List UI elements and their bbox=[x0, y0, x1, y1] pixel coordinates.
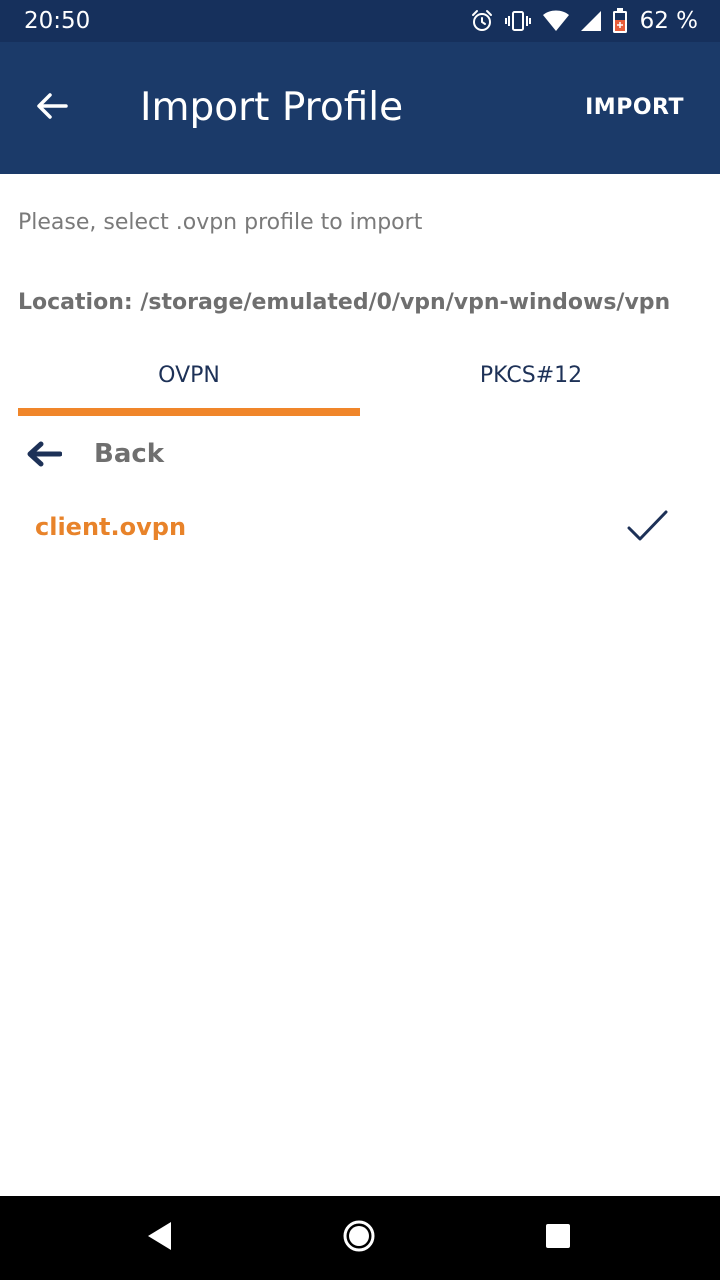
tab-pkcs12[interactable]: PKCS#12 bbox=[360, 340, 702, 410]
nav-back-button[interactable] bbox=[140, 1218, 180, 1258]
nav-recents-button[interactable] bbox=[538, 1218, 578, 1258]
instruction-text: Please, select .ovpn profile to import bbox=[18, 210, 423, 235]
folder-back-item[interactable]: Back bbox=[18, 422, 702, 486]
system-nav-bar bbox=[0, 1196, 720, 1280]
status-time: 20:50 bbox=[24, 8, 91, 34]
page-title: Import Profile bbox=[140, 85, 404, 130]
back-triangle-icon bbox=[145, 1220, 175, 1257]
battery-percent: 62 % bbox=[639, 8, 698, 34]
home-circle-icon bbox=[341, 1218, 377, 1259]
profile-type-tabs: OVPN PKCS#12 bbox=[18, 340, 702, 416]
file-name: client.ovpn bbox=[35, 513, 187, 541]
recents-square-icon bbox=[544, 1222, 572, 1255]
wifi-icon bbox=[542, 10, 570, 32]
status-bar: 20:50 62 % bbox=[0, 0, 720, 42]
signal-icon bbox=[580, 10, 602, 32]
tab-pkcs12-label: PKCS#12 bbox=[479, 362, 583, 388]
app-bar: Import Profile IMPORT bbox=[0, 42, 720, 174]
checkmark-icon bbox=[626, 508, 670, 544]
back-button[interactable] bbox=[22, 78, 82, 138]
battery-icon bbox=[612, 8, 628, 34]
location-label: Location: bbox=[18, 290, 133, 315]
file-item-client-ovpn[interactable]: client.ovpn bbox=[18, 492, 702, 562]
vibrate-icon bbox=[504, 9, 532, 33]
import-button[interactable]: IMPORT bbox=[585, 42, 684, 174]
alarm-icon bbox=[470, 9, 494, 33]
nav-home-button[interactable] bbox=[339, 1218, 379, 1258]
status-icons: 62 % bbox=[470, 0, 698, 42]
arrow-left-icon bbox=[36, 92, 68, 125]
tab-ovpn-label: OVPN bbox=[158, 362, 220, 388]
location-path: /storage/emulated/0/vpn/vpn-windows/vpn bbox=[140, 290, 671, 315]
tab-selected-indicator bbox=[18, 408, 360, 416]
location-text: Location: /storage/emulated/0/vpn/vpn-wi… bbox=[18, 290, 670, 315]
arrow-left-icon bbox=[24, 434, 74, 474]
tab-ovpn[interactable]: OVPN bbox=[18, 340, 360, 410]
folder-back-label: Back bbox=[94, 439, 165, 469]
